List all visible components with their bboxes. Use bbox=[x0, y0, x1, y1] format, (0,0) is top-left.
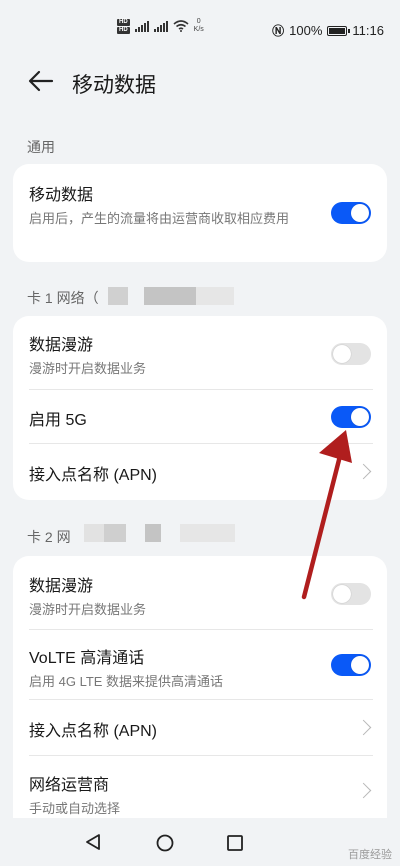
nav-recents-icon[interactable] bbox=[226, 834, 244, 852]
annotation-arrow-icon bbox=[301, 430, 352, 600]
nav-back-icon[interactable] bbox=[84, 833, 104, 851]
nav-home-icon[interactable] bbox=[155, 833, 175, 853]
navigation-bar: 百度经验 bbox=[0, 818, 400, 866]
watermark: 百度经验 bbox=[348, 849, 392, 861]
